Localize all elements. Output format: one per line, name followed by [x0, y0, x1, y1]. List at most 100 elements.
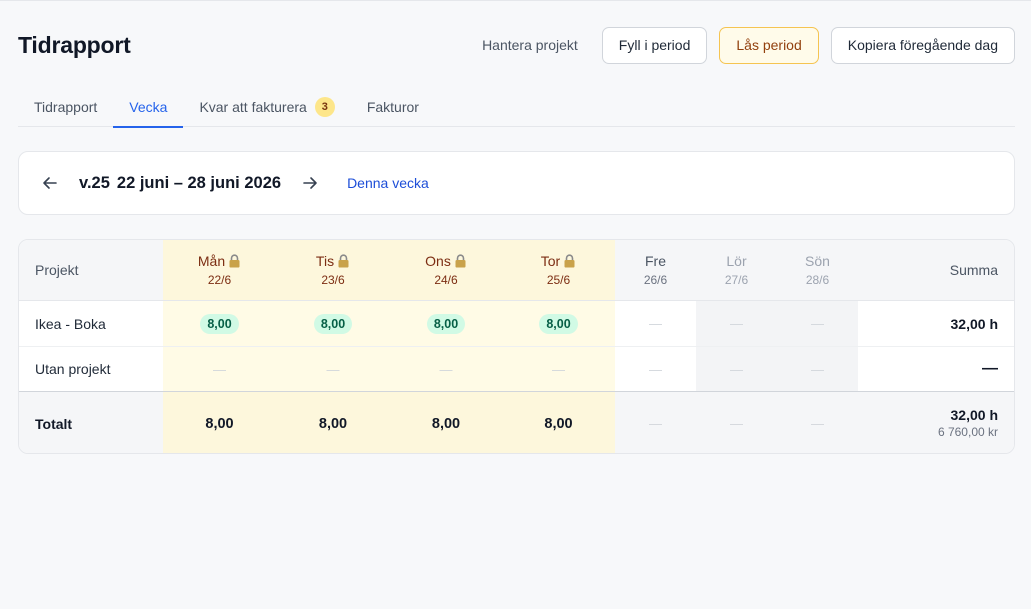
- week-label: v.25 22 juni – 28 juni 2026: [79, 174, 281, 193]
- hours-cell[interactable]: —: [163, 347, 276, 391]
- empty-value: —: [811, 361, 824, 377]
- hours-cell[interactable]: —: [777, 347, 858, 391]
- week-number: v.25: [79, 173, 110, 192]
- table-row: Utan projekt — — — — — — — —: [19, 347, 1014, 392]
- empty-value: —: [811, 316, 824, 331]
- tab-label: Tidrapport: [34, 99, 98, 115]
- this-week-link[interactable]: Denna vecka: [347, 175, 429, 191]
- day-date: 28/6: [805, 272, 830, 287]
- empty-value: —: [811, 416, 824, 431]
- empty-value: —: [552, 361, 565, 377]
- day-name: Ons: [425, 252, 451, 269]
- hours-pill: 8,00: [539, 313, 578, 334]
- hours-cell[interactable]: 8,00: [502, 301, 615, 346]
- empty-value: —: [649, 416, 662, 431]
- empty-value: —: [213, 361, 226, 377]
- day-name: Tis: [315, 252, 335, 269]
- day-header-mon: Mån 22/6: [163, 240, 276, 300]
- hours-cell[interactable]: —: [696, 347, 777, 391]
- row-sum: 32,00 h: [950, 315, 998, 332]
- empty-value: —: [730, 416, 743, 431]
- hours-cell[interactable]: —: [777, 301, 858, 346]
- empty-value: —: [649, 361, 662, 377]
- week-navigator: v.25 22 juni – 28 juni 2026 Denna vecka: [18, 151, 1015, 215]
- tab-kvar-att-fakturera[interactable]: Kvar att fakturera 3: [183, 87, 350, 127]
- hours-cell[interactable]: —: [502, 347, 615, 391]
- hours-cell[interactable]: —: [276, 347, 390, 391]
- hours-cell[interactable]: 8,00: [163, 301, 276, 346]
- day-header-fri: Fre 26/6: [615, 240, 696, 300]
- day-date: 25/6: [546, 272, 571, 287]
- grid-header-row: Projekt Mån 22/6 Tis 23/6 Ons 24/6 Tor 2…: [19, 240, 1014, 301]
- empty-value: —: [730, 361, 743, 377]
- total-value: 8,00: [502, 392, 615, 453]
- total-label: Totalt: [35, 415, 73, 432]
- manage-projects-button[interactable]: Hantera projekt: [482, 37, 578, 53]
- empty-value: —: [649, 316, 662, 331]
- total-hours: 32,00 h: [950, 407, 998, 424]
- previous-week-button[interactable]: [39, 172, 61, 194]
- total-sum: 32,00 h 6 760,00 kr: [858, 392, 1014, 453]
- sum-column-header: Summa: [949, 262, 998, 278]
- tab-label: Vecka: [129, 99, 168, 115]
- hours-pill: 8,00: [426, 313, 466, 334]
- tab-tidrapport[interactable]: Tidrapport: [18, 87, 113, 127]
- day-name: Tor: [540, 252, 561, 269]
- project-name: Utan projekt: [35, 361, 111, 377]
- day-date: 23/6: [321, 272, 345, 287]
- total-value: 8,00: [276, 392, 390, 453]
- day-date: 27/6: [724, 272, 749, 287]
- lock-icon: [229, 254, 240, 268]
- arrow-right-icon: [303, 177, 317, 189]
- tab-fakturor[interactable]: Fakturor: [351, 87, 435, 127]
- page-title: Tidrapport: [18, 31, 131, 58]
- week-range: 22 juni – 28 juni 2026: [116, 173, 282, 192]
- day-header-sat: Lör 27/6: [696, 240, 777, 300]
- project-column-header: Projekt: [35, 262, 79, 278]
- tab-bar: Tidrapport Vecka Kvar att fakturera 3 Fa…: [18, 87, 1015, 128]
- week-grid: Projekt Mån 22/6 Tis 23/6 Ons 24/6 Tor 2…: [18, 239, 1015, 454]
- hours-cell[interactable]: 8,00: [390, 301, 502, 346]
- day-header-tue: Tis 23/6: [276, 240, 390, 300]
- lock-icon: [455, 254, 466, 268]
- empty-value: —: [326, 361, 340, 377]
- total-value: —: [696, 392, 777, 453]
- total-value: 8,00: [390, 392, 502, 453]
- hours-cell[interactable]: —: [696, 301, 777, 346]
- header-actions: Hantera projekt Fyll i period Lås period…: [482, 26, 1015, 64]
- hours-cell[interactable]: —: [390, 347, 502, 391]
- hours-cell[interactable]: 8,00: [276, 301, 390, 346]
- page-header: Tidrapport Hantera projekt Fyll i period…: [18, 26, 1015, 64]
- tab-vecka[interactable]: Vecka: [113, 87, 184, 128]
- total-value: 8,00: [163, 392, 276, 453]
- total-value: —: [615, 392, 696, 453]
- day-name: Lör: [726, 252, 747, 269]
- day-header-sun: Sön 28/6: [777, 240, 858, 300]
- row-sum: —: [982, 360, 998, 377]
- day-date: 24/6: [434, 272, 458, 287]
- hours-cell[interactable]: —: [615, 301, 696, 346]
- day-header-thu: Tor 25/6: [502, 240, 615, 300]
- hours-pill: 8,00: [200, 313, 239, 334]
- lock-icon: [338, 254, 349, 268]
- hours-cell[interactable]: —: [615, 347, 696, 391]
- total-value: —: [777, 392, 858, 453]
- arrow-left-icon: [43, 177, 57, 189]
- tab-label: Fakturor: [366, 99, 419, 115]
- project-name: Ikea - Boka: [35, 315, 106, 332]
- empty-value: —: [730, 316, 743, 331]
- tab-label: Kvar att fakturera: [199, 99, 307, 115]
- fill-period-button[interactable]: Fyll i period: [601, 26, 708, 64]
- lock-icon: [564, 254, 575, 268]
- count-badge: 3: [314, 97, 335, 117]
- day-header-wed: Ons 24/6: [390, 240, 502, 300]
- copy-previous-day-button[interactable]: Kopiera föregående dag: [830, 26, 1015, 64]
- next-week-button[interactable]: [299, 172, 321, 194]
- total-row: Totalt 8,00 8,00 8,00 8,00 — — — 32,00 h…: [19, 392, 1014, 453]
- lock-period-button[interactable]: Lås period: [719, 26, 819, 64]
- day-date: 26/6: [643, 272, 668, 287]
- day-name: Fre: [645, 252, 666, 269]
- day-name: Mån: [197, 252, 226, 269]
- empty-value: —: [439, 361, 453, 377]
- table-row: Ikea - Boka 8,00 8,00 8,00 8,00 — — — 32…: [19, 301, 1014, 347]
